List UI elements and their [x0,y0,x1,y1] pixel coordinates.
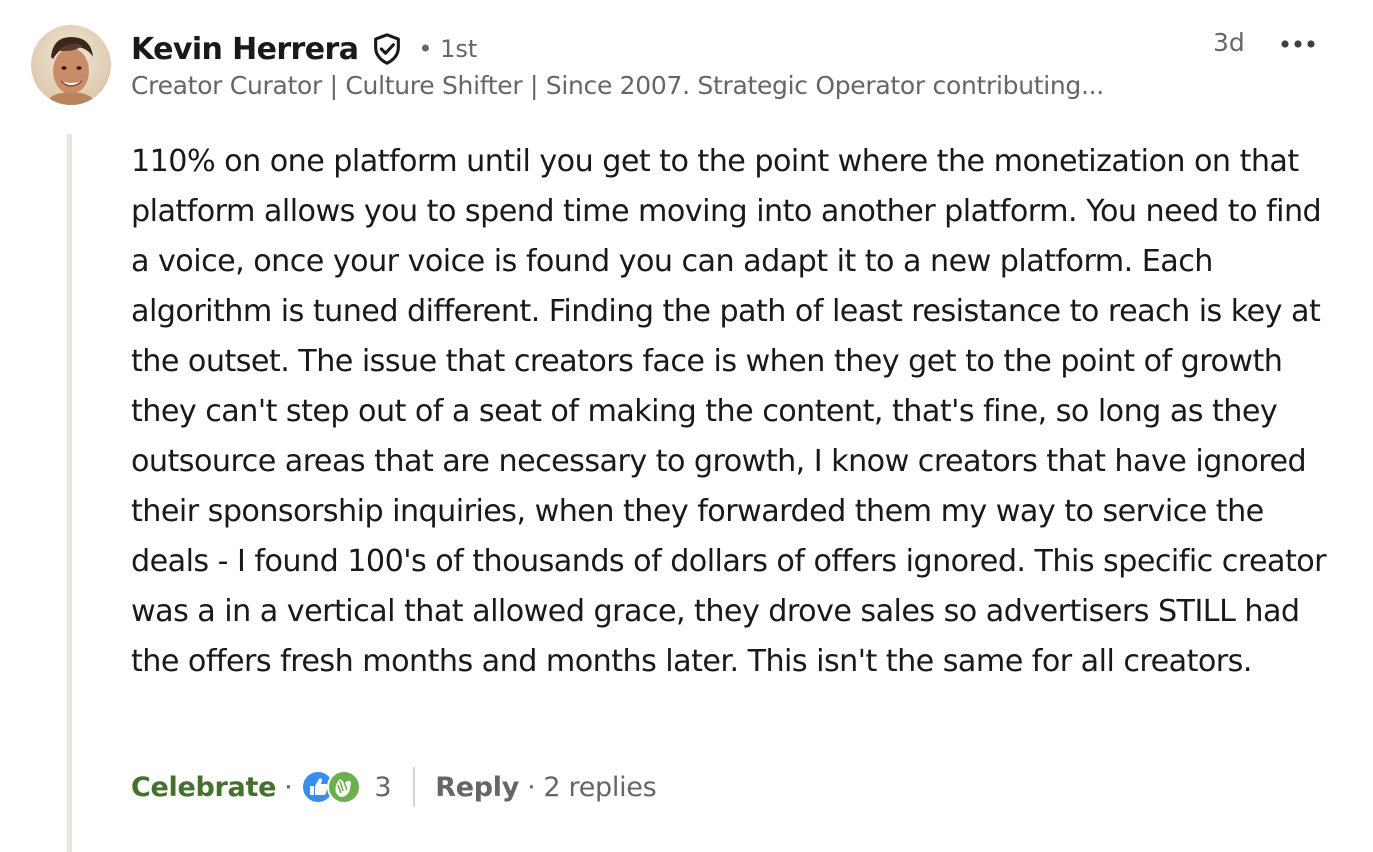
comment-header: Kevin Herrera • 1st Creator Curator | Cu… [131,24,1331,101]
author-headline: Creator Curator | Culture Shifter | Sinc… [131,71,1104,100]
connection-degree: • 1st [418,35,478,63]
avatar-photo [31,25,111,105]
comment-actions: Celebrate · 3 Reply · 2 replies [131,763,657,811]
celebrate-icon [327,770,362,804]
separator: · [527,771,536,803]
action-divider [413,767,416,807]
reaction-icons[interactable] [300,767,368,807]
reply-button[interactable]: Reply [435,772,519,803]
avatar[interactable] [31,25,111,105]
separator: · [284,771,293,803]
replies-link[interactable]: 2 replies [543,772,656,803]
reaction-count[interactable]: 3 [374,772,391,803]
name-row: Kevin Herrera • 1st [131,24,1331,74]
comment-timestamp: 3d [1213,28,1245,57]
reaction-button[interactable]: Celebrate [131,772,276,803]
thread-line [67,134,72,852]
author-name[interactable]: Kevin Herrera [131,32,359,67]
shield-check-icon [370,32,404,66]
comment-body: 110% on one platform until you get to th… [131,144,1327,679]
ellipsis-icon[interactable] [1278,30,1318,58]
